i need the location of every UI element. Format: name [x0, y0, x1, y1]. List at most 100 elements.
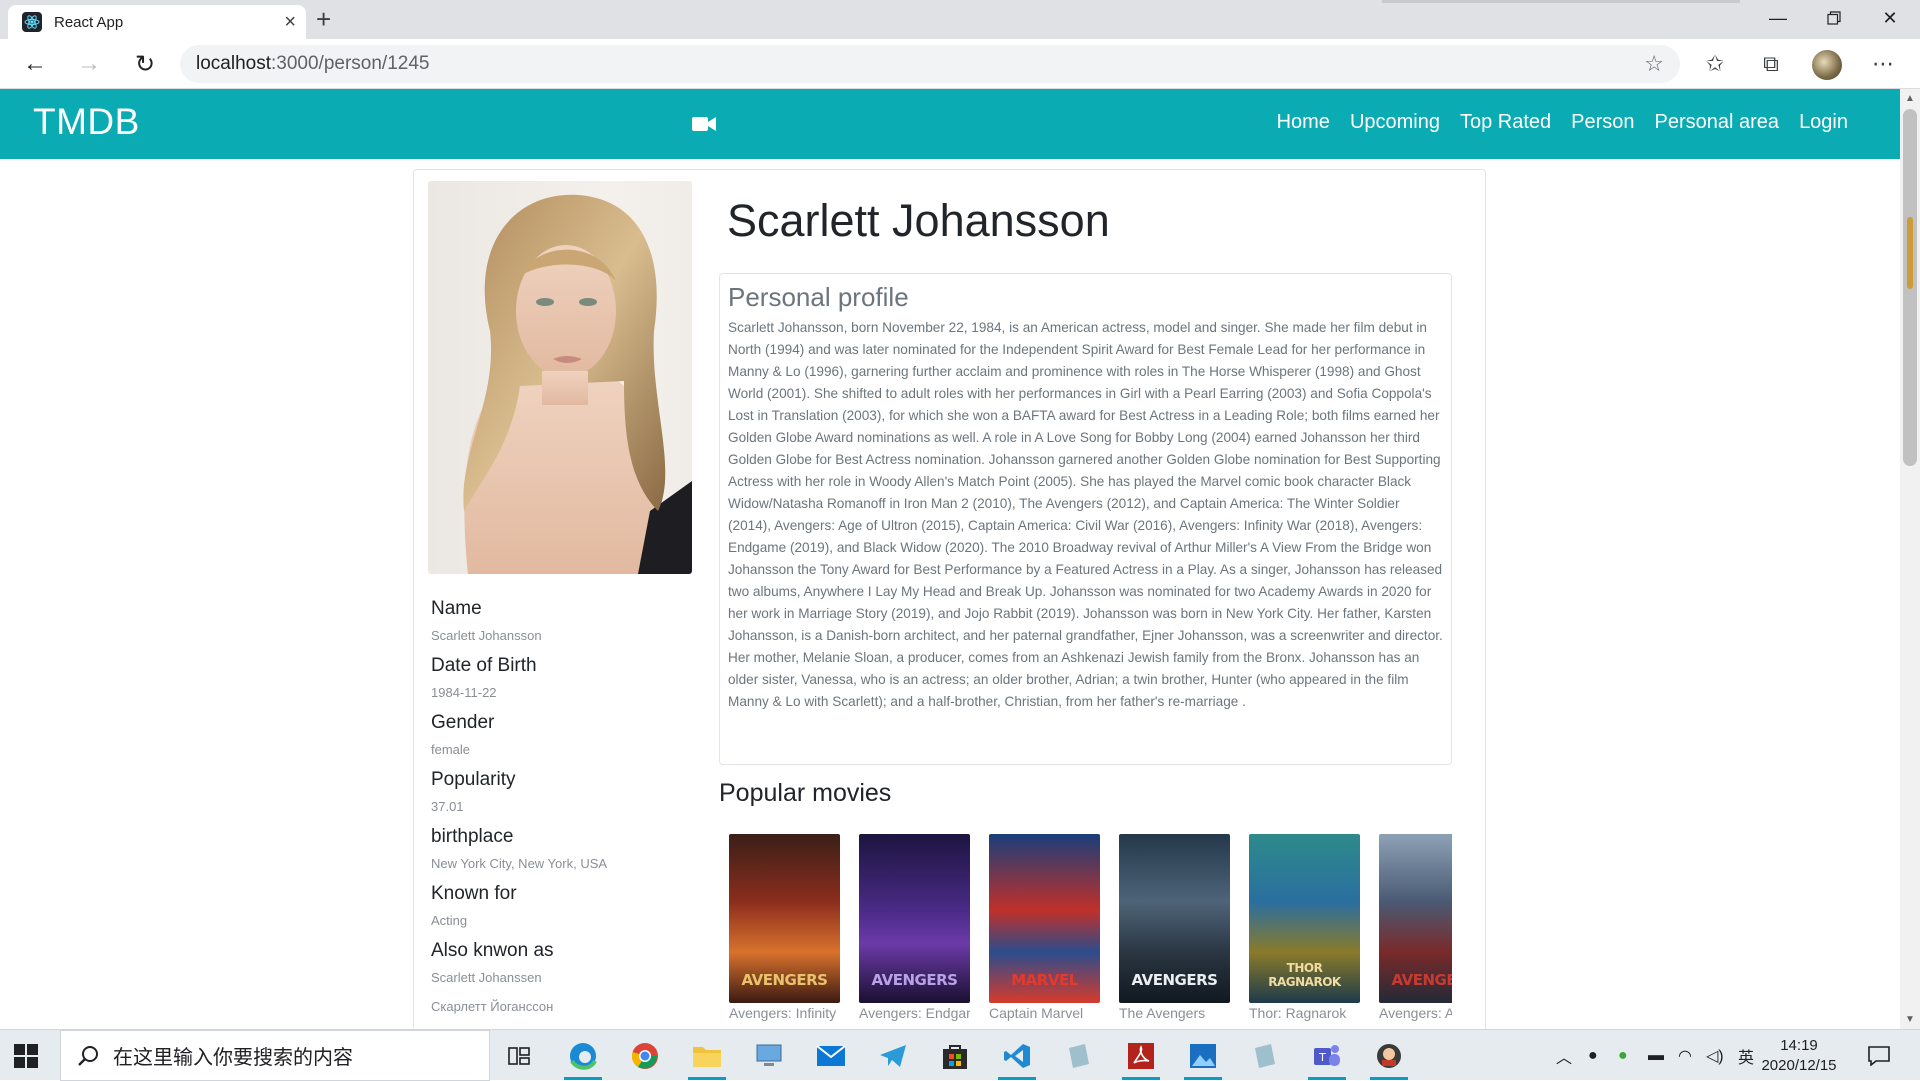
personal-profile-box: Personal profile Scarlett Johansson, bor… — [719, 273, 1452, 765]
favorite-star-icon[interactable]: ☆ — [1644, 51, 1664, 77]
movie-card[interactable]: AVENGERS Avengers: Age of Ultron — [1379, 834, 1452, 1021]
forward-icon[interactable]: → — [72, 47, 106, 81]
more-icon[interactable]: ⋯ — [1866, 47, 1900, 81]
movie-title: Captain Marvel — [989, 1005, 1084, 1021]
person-photo — [428, 181, 692, 574]
poster-text: MARVEL — [1011, 971, 1078, 989]
detail-value: Scarlett Johanssen — [431, 970, 542, 985]
search-placeholder: 在这里输入你要搜索的内容 — [113, 1047, 353, 1069]
battery-icon[interactable]: ▬ — [1648, 1030, 1664, 1081]
profile-heading: Personal profile — [728, 282, 909, 312]
store-icon[interactable] — [932, 1036, 978, 1076]
popular-movies-row: AVENGERS Avengers: Infinity War AVENGERS… — [729, 834, 1452, 1029]
nav-person[interactable]: Person — [1571, 111, 1634, 134]
vscode-icon[interactable] — [994, 1036, 1040, 1080]
movie-poster[interactable]: THOR RAGNAROK — [1249, 834, 1360, 1003]
scroll-up-icon[interactable]: ▲ — [1905, 93, 1915, 104]
chrome-icon[interactable] — [622, 1036, 668, 1076]
movie-poster[interactable]: AVENGERS — [1119, 834, 1230, 1003]
url-field[interactable]: i localhost:3000/person/1245 ☆ — [180, 45, 1680, 572]
tray-overflow-icon[interactable]: ︿ — [1556, 1030, 1572, 1081]
movie-poster[interactable]: AVENGERS — [859, 834, 970, 1003]
detail-label: Popularity — [431, 769, 516, 790]
avatar-app-icon[interactable] — [1366, 1036, 1412, 1080]
movie-title: Avengers: Infinity War — [729, 1005, 840, 1021]
detail-value: Scarlett Johansson — [431, 628, 542, 643]
desktop-app-icon[interactable] — [746, 1036, 792, 1076]
collections-icon[interactable]: ⧉ — [1754, 47, 1788, 81]
detail-value: Скарлетт Йоганссон — [431, 999, 554, 1014]
notification-icon[interactable] — [1868, 1030, 1890, 1081]
scroll-down-icon[interactable]: ▼ — [1905, 1014, 1915, 1025]
page-scrollbar[interactable]: ▲ ▼ — [1900, 89, 1920, 1029]
video-camera-icon — [692, 117, 716, 131]
movie-card[interactable]: AVENGERS Avengers: Infinity War — [729, 834, 840, 1021]
windows-taskbar: 在这里输入你要搜索的内容 T ︿ ● ● ▬ ◠ ◁) 英 14:19 2020… — [0, 1029, 1920, 1081]
nav-login[interactable]: Login — [1799, 111, 1848, 134]
app-icon[interactable] — [1056, 1036, 1102, 1076]
movie-card[interactable]: MARVEL Captain Marvel — [989, 834, 1100, 1021]
qq-icon[interactable]: ● — [1588, 1030, 1598, 1081]
nav-top-rated[interactable]: Top Rated — [1460, 111, 1551, 134]
react-icon — [22, 12, 42, 32]
close-window-icon[interactable]: ✕ — [1862, 0, 1918, 36]
movie-title: Avengers: Age of Ultron — [1379, 1005, 1452, 1021]
brand-logo[interactable]: TMDB — [33, 101, 140, 143]
security-icon[interactable]: ● — [1618, 1030, 1628, 1081]
nav-home[interactable]: Home — [1277, 111, 1330, 134]
windows-start-icon[interactable] — [14, 1044, 38, 1068]
restore-icon[interactable] — [1806, 0, 1862, 36]
system-clock[interactable]: 14:19 2020/12/15 — [1754, 1036, 1844, 1076]
new-tab-icon[interactable]: + — [316, 4, 331, 34]
favorites-icon[interactable]: ✩ — [1698, 47, 1732, 81]
detail-label: Known for — [431, 883, 517, 904]
popular-movies-heading: Popular movies — [719, 779, 892, 807]
movie-card[interactable]: AVENGERS The Avengers — [1119, 834, 1230, 1021]
telegram-icon[interactable] — [870, 1036, 916, 1076]
detail-label: Gender — [431, 712, 495, 733]
movie-title: Thor: Ragnarok — [1249, 1005, 1347, 1021]
address-bar-row: ← → ↻ i localhost:3000/person/1245 ☆ ✩ ⧉… — [0, 39, 1920, 572]
tab-title: React App — [54, 13, 124, 31]
movie-card[interactable]: THOR RAGNAROK Thor: Ragnarok — [1249, 834, 1360, 1021]
clock-date: 2020/12/15 — [1761, 1057, 1837, 1074]
browser-tab[interactable]: React App × — [8, 5, 306, 39]
poster-text: AVENGERS — [1131, 971, 1218, 989]
detail-value: 1984-11-22 — [431, 685, 497, 700]
wifi-icon[interactable]: ◠ — [1678, 1030, 1692, 1081]
taskbar-search[interactable]: 在这里输入你要搜索的内容 — [60, 1030, 490, 1081]
movie-card[interactable]: AVENGERS Avengers: Endgame — [859, 834, 970, 1021]
movie-poster[interactable]: AVENGERS — [1379, 834, 1452, 1003]
file-explorer-icon[interactable] — [684, 1036, 730, 1080]
person-name: Scarlett Johansson — [727, 195, 1110, 246]
browser-tab-strip: React App × + — ✕ — [0, 0, 1920, 39]
clock-time: 14:19 — [1780, 1037, 1818, 1054]
back-icon[interactable]: ← — [18, 47, 52, 81]
photos-icon[interactable] — [1180, 1036, 1226, 1080]
poster-text: THOR RAGNAROK — [1268, 961, 1341, 989]
person-details: Name Scarlett Johansson Date of Birth 19… — [431, 598, 691, 1026]
movie-poster[interactable]: AVENGERS — [729, 834, 840, 1003]
detail-value: New York City, New York, USA — [431, 856, 608, 871]
teams-icon[interactable]: T — [1304, 1036, 1350, 1080]
page-viewport: TMDB Home Upcoming Top Rated Person Pers… — [0, 89, 1900, 1029]
nav-links: Home Upcoming Top Rated Person Personal … — [1277, 111, 1848, 134]
profile-avatar[interactable] — [1812, 50, 1842, 80]
ime-indicator[interactable]: 英 — [1738, 1030, 1754, 1081]
volume-icon[interactable]: ◁) — [1706, 1030, 1724, 1081]
app-icon[interactable] — [1242, 1036, 1288, 1076]
detail-label: birthplace — [431, 826, 514, 847]
close-tab-icon[interactable]: × — [284, 12, 296, 32]
poster-text: AVENGERS — [871, 971, 958, 989]
edge-icon[interactable] — [560, 1036, 606, 1080]
minimize-icon[interactable]: — — [1750, 0, 1806, 36]
movie-poster[interactable]: MARVEL — [989, 834, 1100, 1003]
mail-icon[interactable] — [808, 1036, 854, 1076]
nav-personal-area[interactable]: Personal area — [1655, 111, 1780, 134]
site-navbar: TMDB Home Upcoming Top Rated Person Pers… — [0, 89, 1900, 159]
nav-upcoming[interactable]: Upcoming — [1350, 111, 1440, 134]
reload-icon[interactable]: ↻ — [128, 47, 162, 81]
pdf-reader-icon[interactable] — [1118, 1036, 1164, 1080]
tab-strip-shadow — [1382, 0, 1740, 3]
task-view-icon[interactable] — [496, 1036, 542, 1076]
